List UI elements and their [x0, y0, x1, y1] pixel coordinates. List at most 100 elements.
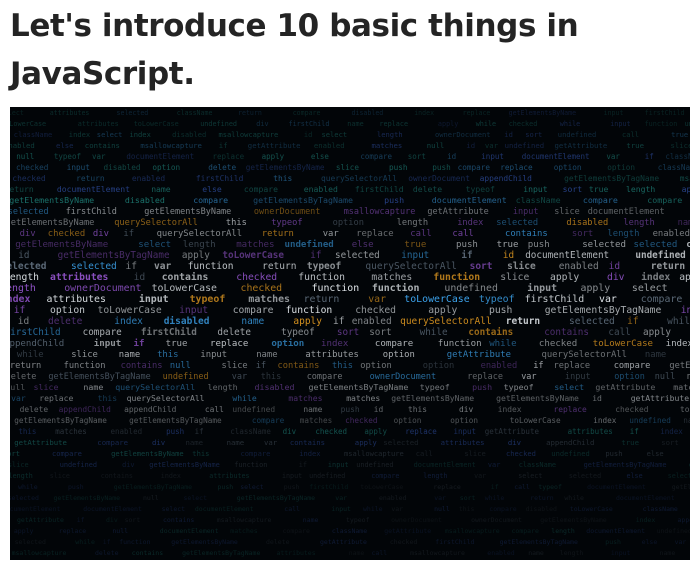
code-token: function — [286, 305, 333, 316]
code-token: option — [333, 218, 364, 228]
code-token: compare — [371, 472, 399, 480]
code-token: this — [98, 393, 118, 403]
code-token: className — [14, 130, 52, 139]
code-token: compare — [360, 152, 392, 161]
code-token: while — [420, 327, 448, 338]
code-token: msallowcapture — [410, 549, 465, 557]
code-token: var — [488, 461, 500, 469]
code-token: getElementsByTagName — [253, 195, 353, 205]
code-token: sort — [10, 449, 20, 458]
code-token: slice — [222, 361, 248, 371]
code-token: id — [447, 152, 456, 161]
code-token: undefined — [629, 416, 671, 425]
code-token: delete — [208, 163, 236, 172]
code-token: className — [230, 427, 271, 436]
code-token: ownerDocument — [408, 174, 470, 183]
code-token: className — [177, 109, 213, 117]
code-token: if — [256, 361, 266, 371]
code-token: length — [10, 272, 39, 283]
code-token: index — [130, 130, 151, 139]
code-token: typeof — [420, 382, 450, 392]
code-token: name — [241, 316, 264, 327]
code-token: true — [497, 240, 519, 250]
code-token: msallowcapture — [445, 527, 500, 535]
code-token: getAttribute — [248, 141, 301, 150]
code-token: apply — [182, 250, 210, 261]
code-token: option — [607, 163, 635, 172]
code-token: length — [623, 218, 654, 228]
code-token: matches — [248, 294, 290, 305]
code-token: input — [331, 505, 351, 513]
code-token: id — [609, 261, 620, 272]
code-token: sort — [661, 438, 679, 447]
code-token: length — [397, 218, 428, 228]
code-token: getElementsByTagName — [584, 461, 667, 469]
code-token: getElementsByTagName — [545, 305, 662, 316]
code-token: length — [607, 229, 639, 239]
code-token: getElementsByName — [54, 494, 121, 502]
code-token: input — [282, 472, 302, 480]
code-token: getElementsByName — [540, 516, 607, 524]
code-token: call — [372, 549, 388, 557]
code-token: toLowerCase — [570, 505, 613, 513]
code-token: var — [599, 294, 617, 305]
code-token: getElementsByTagName — [689, 461, 690, 469]
code-token: var — [485, 141, 499, 150]
code-token: replace — [463, 109, 491, 117]
code-token: id — [18, 250, 29, 261]
code-token: if — [627, 316, 638, 327]
code-token: getElementsByName — [149, 461, 220, 469]
code-token: matches — [346, 393, 380, 403]
code-token: if — [123, 229, 134, 239]
code-token: matches — [288, 393, 322, 403]
code-token: attributes — [78, 120, 119, 128]
code-token: undefined — [163, 372, 209, 382]
code-token: var — [264, 438, 278, 447]
code-token: select — [632, 283, 668, 294]
code-token: querySelectorAll — [127, 393, 205, 403]
code-token: attributes — [441, 438, 485, 447]
code-token: getElementsByTagName — [48, 372, 150, 382]
code-token: select — [10, 109, 24, 117]
code-token: function — [438, 339, 482, 349]
code-token: appendChild — [480, 174, 533, 183]
code-token: this — [332, 361, 353, 371]
code-token: div — [607, 272, 625, 283]
code-token: className — [332, 527, 367, 535]
code-token: undefined — [60, 461, 97, 469]
code-token: while — [564, 494, 584, 502]
code-token: push — [528, 240, 550, 250]
code-token: index — [161, 472, 181, 480]
code-token: attributes — [47, 294, 106, 305]
code-token: getElementsByName — [171, 538, 238, 546]
code-token: firstChild — [196, 174, 244, 183]
code-token: getElementsByName — [10, 195, 94, 205]
code-token: input — [200, 350, 227, 360]
code-token: ownerDocument — [435, 130, 491, 139]
code-token: apply — [293, 316, 322, 327]
code-token: index — [681, 305, 690, 316]
code-token: function — [312, 283, 360, 294]
code-token: msallowcapture — [12, 549, 67, 557]
code-token: typeof — [281, 327, 315, 338]
code-token: name — [303, 516, 319, 524]
code-token: replace — [379, 120, 408, 128]
code-token: className — [643, 505, 678, 513]
code-token: option — [152, 163, 180, 172]
code-token: index — [299, 449, 320, 458]
code-token: id — [466, 141, 475, 150]
code-token: msallowcapture — [219, 130, 279, 139]
code-token: undefined — [285, 239, 334, 250]
code-token: checked — [345, 416, 377, 425]
code-token: name — [256, 350, 277, 360]
code-token: slice — [10, 461, 29, 469]
code-token: checked — [315, 427, 347, 436]
code-token: disabled — [125, 195, 165, 205]
code-token: appendChild — [678, 516, 691, 524]
code-token: disabled — [104, 163, 141, 172]
code-token: contains — [101, 472, 133, 480]
code-token: while — [75, 538, 95, 546]
code-token: getElementsByTagName — [182, 549, 260, 557]
code-token: input — [454, 427, 477, 436]
code-token: getAttribute — [485, 427, 540, 436]
